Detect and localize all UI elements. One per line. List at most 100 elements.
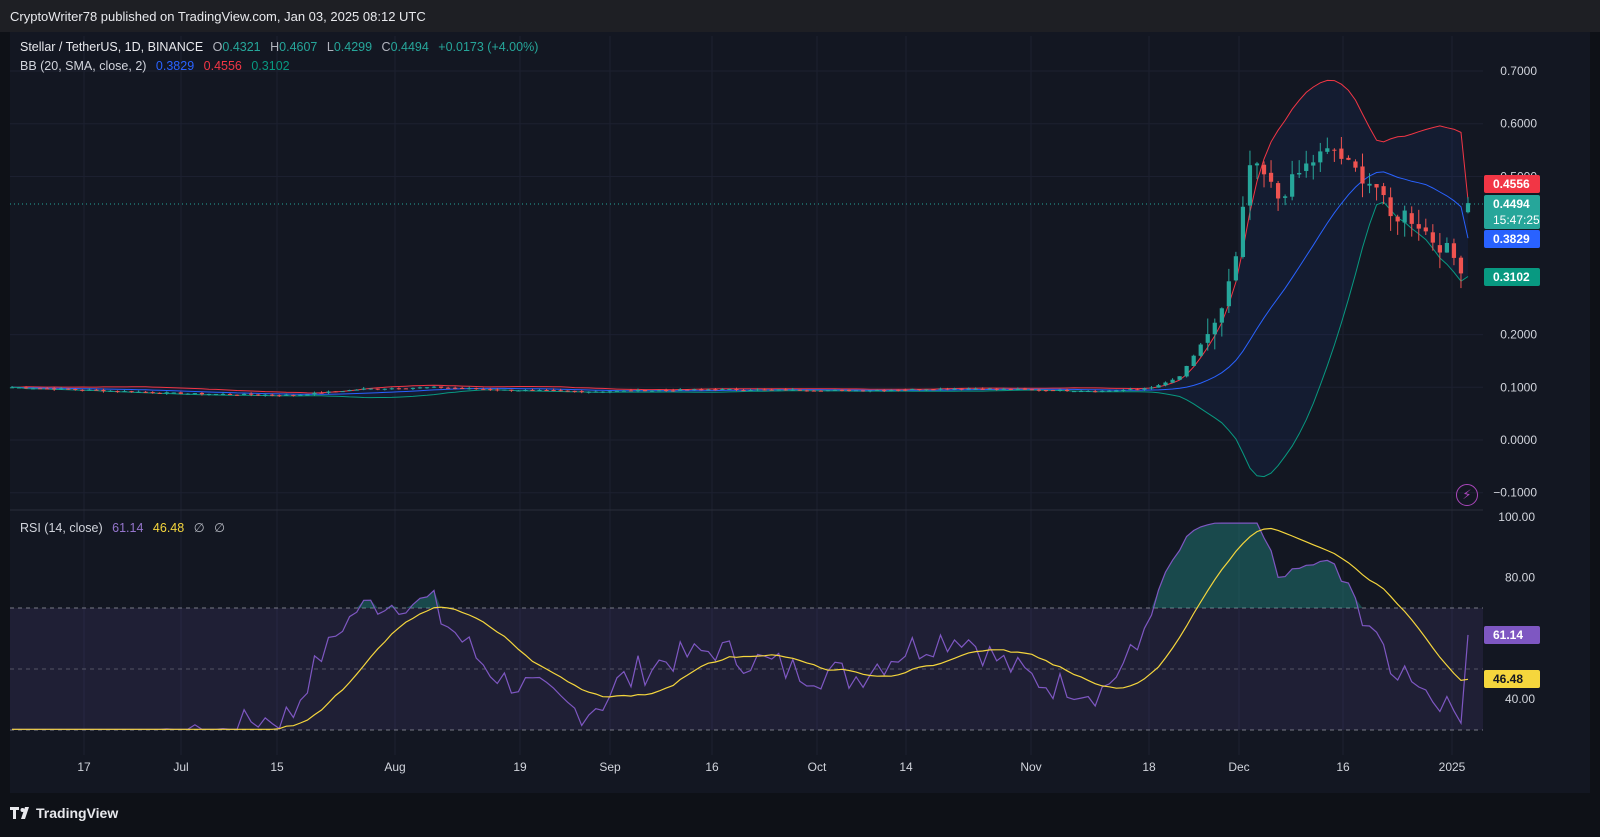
candle-body bbox=[410, 387, 416, 389]
candle-body bbox=[649, 390, 655, 392]
candle-body bbox=[1275, 183, 1281, 199]
bb-upper-value: 0.4556 bbox=[203, 59, 242, 73]
candle-body bbox=[1458, 257, 1464, 274]
candle-body bbox=[1437, 245, 1442, 253]
candle-body bbox=[66, 388, 71, 390]
rsi-extra-1: ∅ bbox=[193, 521, 205, 535]
bb-background-fill bbox=[12, 80, 1468, 477]
rsi-value-badge: 61.14 bbox=[1484, 626, 1540, 644]
candle-body bbox=[748, 390, 753, 392]
candle-body bbox=[1247, 165, 1253, 206]
candle-body bbox=[9, 387, 15, 389]
candle-body bbox=[1423, 227, 1428, 232]
candle-body bbox=[1325, 148, 1330, 152]
tradingview-footer[interactable]: TradingView bbox=[10, 805, 118, 821]
time-axis[interactable]: 17 Jul 15 Aug 19 Sep 16 Oct 14 Nov 18 Dec 16 2025 bbox=[77, 760, 1465, 774]
chart-canvas[interactable]: 0.70000.60000.50000.20000.10000.0000−0.1… bbox=[0, 0, 1600, 837]
bb-legend: BB (20, SMA, close, 2) 0.3829 0.4556 0.3… bbox=[20, 59, 296, 73]
rsi-tick-label: 40.00 bbox=[1505, 692, 1535, 706]
candle-body bbox=[445, 387, 451, 389]
lightning-icon[interactable]: ⚡ bbox=[1456, 484, 1478, 506]
candle-body bbox=[664, 390, 669, 392]
candle-body bbox=[713, 389, 718, 391]
candle-body bbox=[1332, 149, 1337, 151]
time-tick-label: Nov bbox=[1020, 760, 1041, 774]
candle-body bbox=[143, 391, 148, 393]
candle-body bbox=[945, 388, 950, 390]
high-label: H bbox=[270, 40, 280, 54]
candle-body bbox=[1233, 256, 1238, 281]
rsi-value: 61.14 bbox=[112, 521, 144, 535]
candle-body bbox=[987, 388, 992, 390]
candle-body bbox=[1121, 389, 1126, 391]
time-tick-label: Oct bbox=[808, 760, 827, 774]
candle-body bbox=[347, 390, 352, 392]
candle-body bbox=[741, 390, 746, 392]
candle-body bbox=[825, 390, 831, 392]
time-tick-label: 17 bbox=[77, 760, 91, 774]
candle-body bbox=[572, 390, 577, 392]
candle-body bbox=[1191, 355, 1196, 367]
candle-body bbox=[952, 388, 957, 390]
low-label: L bbox=[326, 40, 334, 54]
candle-body bbox=[291, 394, 296, 396]
candle-body bbox=[263, 394, 268, 396]
open-value: 0.4321 bbox=[222, 40, 261, 54]
candle-body bbox=[657, 390, 662, 392]
candle-body bbox=[959, 388, 964, 390]
candle-body bbox=[875, 390, 880, 392]
rsi-overbought-fill bbox=[12, 523, 1468, 609]
candle-body bbox=[284, 394, 289, 396]
candle-body bbox=[635, 390, 641, 392]
bb-lower-value: 0.3102 bbox=[251, 59, 290, 73]
close-value: 0.4494 bbox=[390, 40, 429, 54]
candle-body bbox=[1353, 161, 1358, 168]
candle-body bbox=[431, 386, 437, 388]
candle-body bbox=[523, 389, 528, 391]
candle-body bbox=[277, 395, 282, 397]
rsi-legend: RSI (14, close) 61.14 46.48 ∅ ∅ bbox=[20, 520, 231, 535]
symbol-legend: Stellar / TetherUS, 1D, BINANCE O0.4321 … bbox=[20, 40, 544, 54]
candle-body bbox=[797, 389, 802, 391]
candle-body bbox=[403, 388, 409, 390]
candle-body bbox=[16, 387, 22, 389]
price-tick-label: 0.6000 bbox=[1500, 117, 1537, 131]
candle-body bbox=[474, 388, 479, 390]
candle-body bbox=[108, 390, 113, 392]
candle-body bbox=[326, 391, 331, 393]
candle-body bbox=[1149, 387, 1154, 389]
time-tick-label: Aug bbox=[384, 760, 405, 774]
candle-body bbox=[129, 391, 134, 393]
last-price-badge-value: 0.4494 bbox=[1493, 197, 1530, 211]
time-tick-label: Sep bbox=[599, 760, 621, 774]
candle-body bbox=[23, 387, 29, 389]
candle-body bbox=[699, 389, 704, 391]
candle-body bbox=[853, 390, 859, 392]
candle-body bbox=[417, 387, 423, 389]
candle-body bbox=[769, 389, 774, 391]
candle-body bbox=[628, 390, 634, 392]
candle-body bbox=[1388, 197, 1393, 217]
candle-body bbox=[1198, 344, 1203, 356]
candle-body bbox=[1050, 390, 1056, 392]
candle-body bbox=[242, 393, 247, 395]
rsi-label: RSI (14, close) bbox=[20, 521, 103, 535]
candle-body bbox=[1339, 148, 1344, 159]
rsi-tick-label: 100.00 bbox=[1498, 510, 1535, 524]
candle-body bbox=[1430, 232, 1435, 243]
candle-body bbox=[59, 388, 64, 390]
bb-upper-badge: 0.4556 bbox=[1484, 175, 1540, 193]
price-tick-label: 0.1000 bbox=[1500, 380, 1537, 394]
candle-body bbox=[80, 389, 85, 391]
candle-body bbox=[994, 388, 999, 390]
candle-body bbox=[1409, 213, 1414, 224]
candle-body bbox=[776, 389, 781, 391]
candle-body bbox=[1128, 389, 1133, 391]
candle-body bbox=[438, 386, 444, 388]
rsi-ma-value: 46.48 bbox=[152, 521, 185, 535]
high-value: 0.4607 bbox=[279, 40, 318, 54]
candle-body bbox=[692, 389, 697, 391]
candle-body bbox=[734, 388, 739, 390]
candle-body bbox=[621, 390, 627, 392]
candle-body bbox=[1374, 184, 1379, 188]
